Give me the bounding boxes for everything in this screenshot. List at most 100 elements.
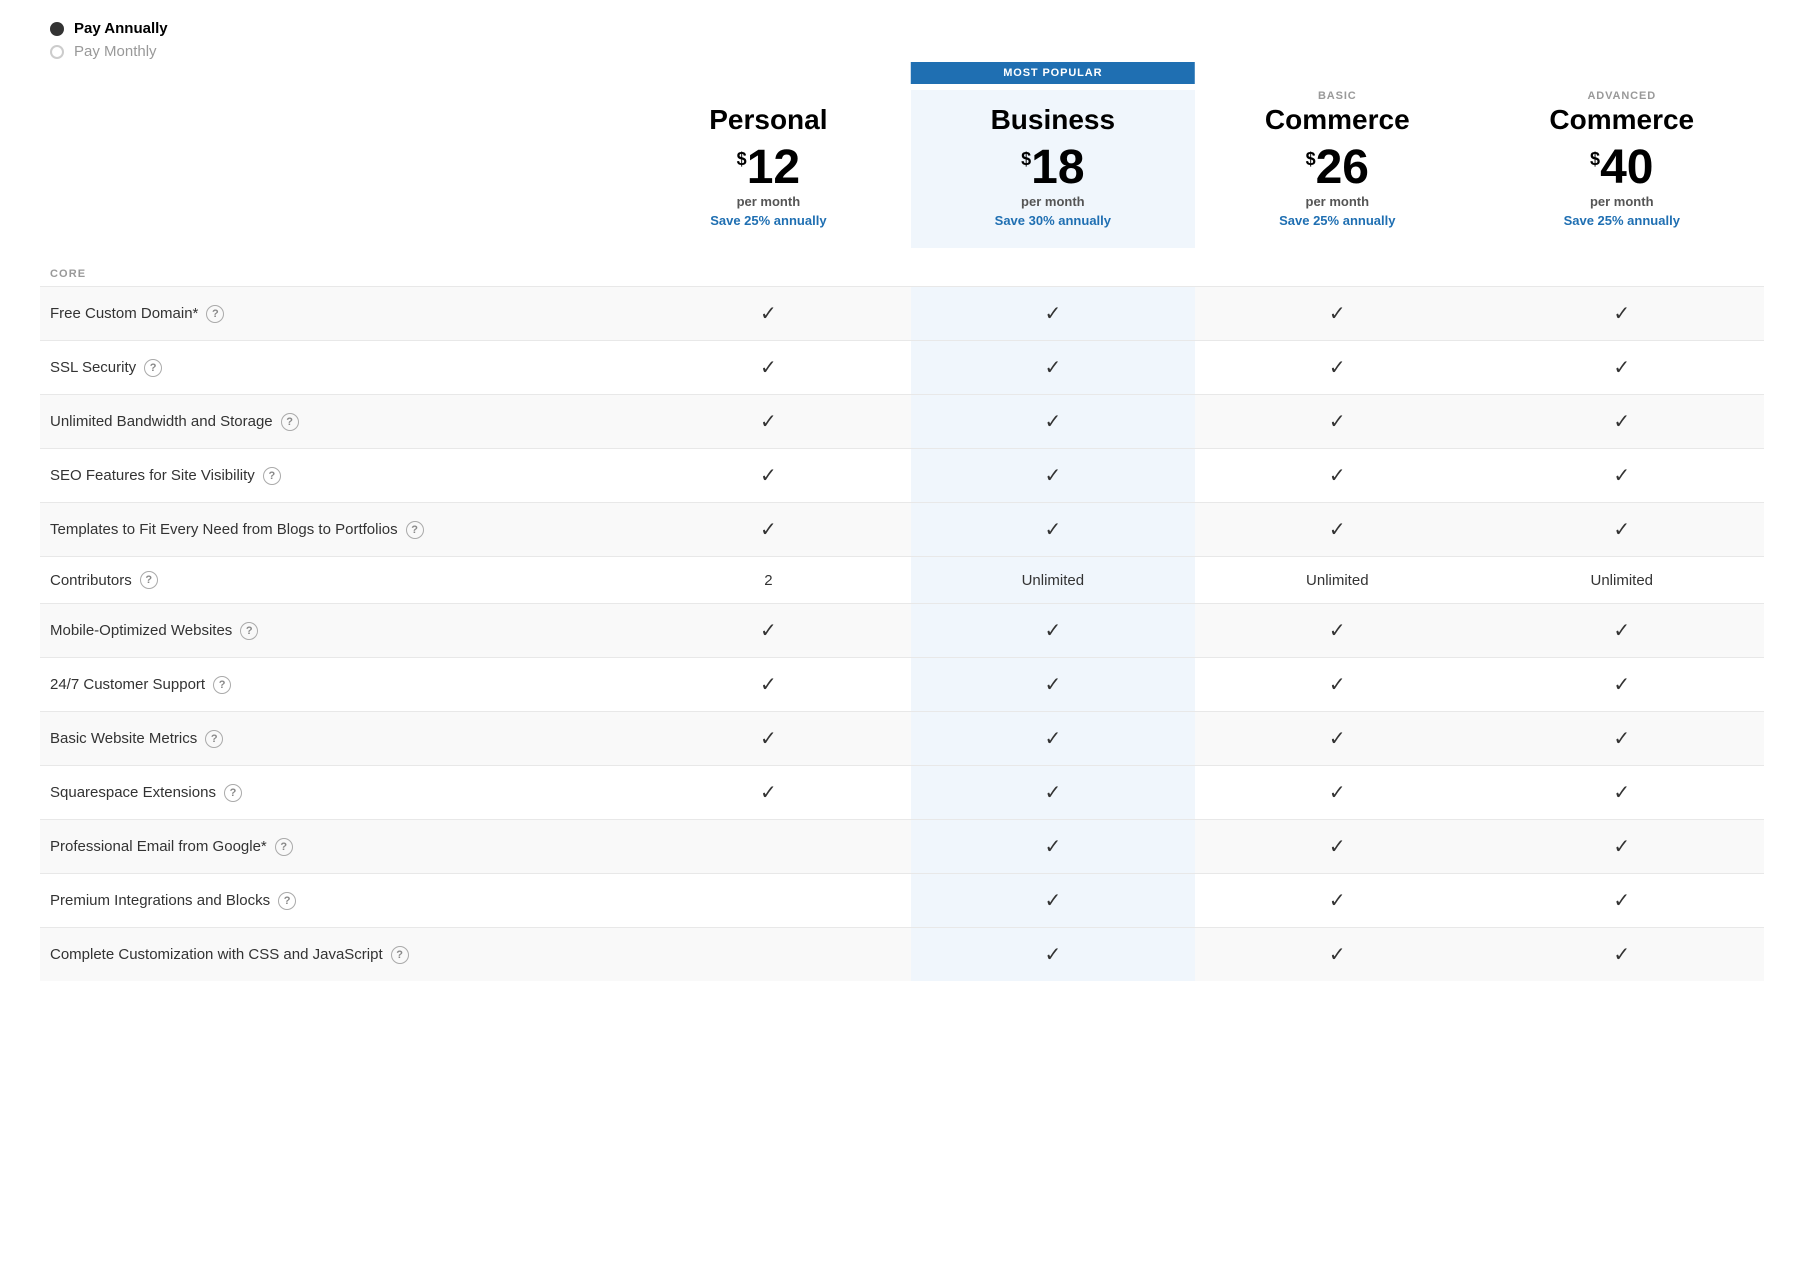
check-icon: ✓ xyxy=(760,674,777,696)
feature-value-8-plan-0: ✓ xyxy=(626,712,910,766)
feature-name-cell-9: Squarespace Extensions? xyxy=(40,766,626,820)
check-icon: ✓ xyxy=(760,728,777,750)
feature-value-2-plan-3: ✓ xyxy=(1480,395,1764,449)
check-icon: ✓ xyxy=(760,465,777,487)
most-popular-badge: MOST POPULAR xyxy=(911,62,1195,84)
check-icon: ✓ xyxy=(1613,782,1630,804)
pay-monthly-option[interactable]: Pay Monthly xyxy=(50,43,1764,60)
feature-value-12-plan-1: ✓ xyxy=(911,928,1195,982)
feature-value-5-plan-2: Unlimited xyxy=(1195,557,1479,604)
feature-label-7: 24/7 Customer Support xyxy=(50,676,205,693)
feature-label-2: Unlimited Bandwidth and Storage xyxy=(50,413,273,430)
feature-value-3-plan-1: ✓ xyxy=(911,449,1195,503)
check-icon: ✓ xyxy=(1044,782,1061,804)
feature-name-cell-4: Templates to Fit Every Need from Blogs t… xyxy=(40,503,626,557)
table-row: 24/7 Customer Support?✓✓✓✓ xyxy=(40,658,1764,712)
per-month-personal: per month xyxy=(636,194,900,209)
table-row: Professional Email from Google*?✓✓✓ xyxy=(40,820,1764,874)
feature-value-text: Unlimited xyxy=(1022,572,1085,589)
table-row: Templates to Fit Every Need from Blogs t… xyxy=(40,503,1764,557)
check-icon: ✓ xyxy=(1329,944,1346,966)
feature-name-9: Squarespace Extensions? xyxy=(50,784,616,802)
feature-value-4-plan-1: ✓ xyxy=(911,503,1195,557)
check-icon: ✓ xyxy=(1329,411,1346,433)
check-icon: ✓ xyxy=(1613,411,1630,433)
help-icon[interactable]: ? xyxy=(224,784,242,802)
radio-monthly-empty xyxy=(50,45,64,59)
feature-value-1-plan-1: ✓ xyxy=(911,341,1195,395)
help-icon[interactable]: ? xyxy=(406,521,424,539)
feature-label-9: Squarespace Extensions xyxy=(50,784,216,801)
feature-value-12-plan-3: ✓ xyxy=(1480,928,1764,982)
help-icon[interactable]: ? xyxy=(144,359,162,377)
check-icon: ✓ xyxy=(1044,411,1061,433)
check-icon: ✓ xyxy=(1613,836,1630,858)
per-month-business: per month xyxy=(921,194,1185,209)
check-icon: ✓ xyxy=(760,303,777,325)
dollar-business: $ xyxy=(1021,149,1031,170)
feature-name-4: Templates to Fit Every Need from Blogs t… xyxy=(50,521,616,539)
help-icon[interactable]: ? xyxy=(391,946,409,964)
feature-value-10-plan-0 xyxy=(626,820,910,874)
help-icon[interactable]: ? xyxy=(281,413,299,431)
dollar-basic-commerce: $ xyxy=(1306,149,1316,170)
dollar-personal: $ xyxy=(737,149,747,170)
feature-label-10: Professional Email from Google* xyxy=(50,838,267,855)
help-icon[interactable]: ? xyxy=(275,838,293,856)
feature-value-text: Unlimited xyxy=(1590,572,1653,589)
table-row: Mobile-Optimized Websites?✓✓✓✓ xyxy=(40,604,1764,658)
feature-value-5-plan-3: Unlimited xyxy=(1480,557,1764,604)
feature-value-6-plan-1: ✓ xyxy=(911,604,1195,658)
feature-name-cell-1: SSL Security? xyxy=(40,341,626,395)
pricing-table: Personal $ 12 per month Save 25% annuall… xyxy=(40,90,1764,981)
help-icon[interactable]: ? xyxy=(205,730,223,748)
check-icon: ✓ xyxy=(1329,620,1346,642)
feature-value-4-plan-0: ✓ xyxy=(626,503,910,557)
feature-value-3-plan-2: ✓ xyxy=(1195,449,1479,503)
feature-name-10: Professional Email from Google*? xyxy=(50,838,616,856)
feature-value-6-plan-2: ✓ xyxy=(1195,604,1479,658)
help-icon[interactable]: ? xyxy=(240,622,258,640)
table-row: Unlimited Bandwidth and Storage? ✓ ✓ ✓ ✓ xyxy=(40,395,1764,449)
price-row-business: $ 18 xyxy=(921,144,1185,192)
check-icon: ✓ xyxy=(1613,303,1630,325)
feature-value-9-plan-2: ✓ xyxy=(1195,766,1479,820)
help-icon[interactable]: ? xyxy=(206,305,224,323)
price-row-personal: $ 12 xyxy=(636,144,900,192)
table-row: Contributors?2UnlimitedUnlimitedUnlimite… xyxy=(40,557,1764,604)
feature-label-6: Mobile-Optimized Websites xyxy=(50,622,232,639)
feature-name-6: Mobile-Optimized Websites? xyxy=(50,622,616,640)
table-row: Premium Integrations and Blocks?✓✓✓ xyxy=(40,874,1764,928)
feature-value-10-plan-3: ✓ xyxy=(1480,820,1764,874)
check-icon: ✓ xyxy=(1329,357,1346,379)
help-icon[interactable]: ? xyxy=(213,676,231,694)
check-icon: ✓ xyxy=(760,411,777,433)
pay-annually-option[interactable]: Pay Annually xyxy=(50,20,1764,37)
save-business: Save 30% annually xyxy=(921,213,1185,228)
feature-label-8: Basic Website Metrics xyxy=(50,730,197,747)
feature-value-0-plan-3: ✓ xyxy=(1480,287,1764,341)
table-row: Squarespace Extensions?✓✓✓✓ xyxy=(40,766,1764,820)
price-row-advanced-commerce: $ 40 xyxy=(1490,144,1754,192)
check-icon: ✓ xyxy=(1044,465,1061,487)
feature-name-2: Unlimited Bandwidth and Storage? xyxy=(50,413,616,431)
feature-value-4-plan-2: ✓ xyxy=(1195,503,1479,557)
feature-value-2-plan-2: ✓ xyxy=(1195,395,1479,449)
help-icon[interactable]: ? xyxy=(140,571,158,589)
check-icon: ✓ xyxy=(1613,465,1630,487)
section-label-text-0: CORE xyxy=(40,248,1764,287)
feature-value-7-plan-1: ✓ xyxy=(911,658,1195,712)
feature-value-4-plan-3: ✓ xyxy=(1480,503,1764,557)
check-icon: ✓ xyxy=(1613,890,1630,912)
check-icon: ✓ xyxy=(760,620,777,642)
feature-name-12: Complete Customization with CSS and Java… xyxy=(50,946,616,964)
feature-label-3: SEO Features for Site Visibility xyxy=(50,467,255,484)
help-icon[interactable]: ? xyxy=(263,467,281,485)
radio-annually-selected xyxy=(50,22,64,36)
check-icon: ✓ xyxy=(1329,836,1346,858)
feature-value-7-plan-3: ✓ xyxy=(1480,658,1764,712)
feature-name-5: Contributors? xyxy=(50,571,616,589)
plan-name-basic-commerce: Commerce xyxy=(1205,104,1469,136)
feature-name-8: Basic Website Metrics? xyxy=(50,730,616,748)
help-icon[interactable]: ? xyxy=(278,892,296,910)
